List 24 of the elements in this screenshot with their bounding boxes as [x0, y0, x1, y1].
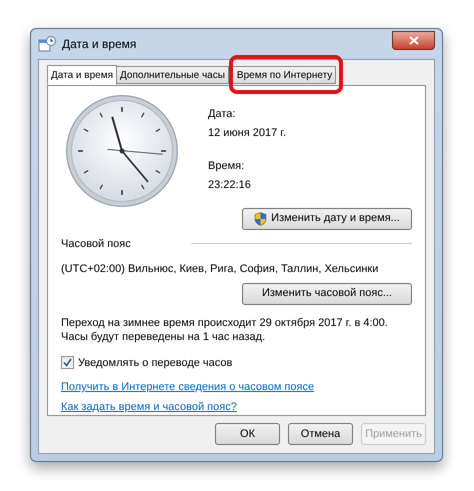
- time-value: 23:22:16: [208, 178, 252, 193]
- change-timezone-button[interactable]: Изменить часовой пояс...: [242, 282, 412, 304]
- dst-notice: Переход на зимнее время происходит 29 октября 2017 г. в 4:00. Часы будут переведены на 1 час назад.: [61, 316, 389, 344]
- time-label: Время:: [208, 158, 246, 174]
- checkbox-label: Уведомлять о переводе часов: [78, 356, 232, 370]
- date-label: Дата:: [208, 106, 236, 122]
- tab[interactable]: Дата и время: [47, 65, 118, 85]
- dialog-button[interactable]: ОК: [215, 423, 280, 445]
- dialog-button[interactable]: Отмена: [288, 423, 353, 445]
- checkbox[interactable]: [61, 356, 74, 370]
- date-value: 12 июня 2017 г.: [208, 126, 286, 141]
- timezone-text: (UTC+02:00) Вильнюс, Киев, Рига, София, Таллин, Хельсинки: [61, 262, 380, 277]
- help-link[interactable]: Как задать время и часовой пояс?: [61, 398, 237, 415]
- change-date-time-button[interactable]: Изменить дату и время...: [242, 208, 412, 230]
- close-button[interactable]: [392, 31, 435, 50]
- window-title: Дата и время: [62, 36, 136, 53]
- tab[interactable]: Время по Интернету: [232, 66, 336, 84]
- close-icon: [408, 36, 418, 46]
- tab[interactable]: Дополнительные часы: [117, 66, 229, 84]
- section-heading: Часовой пояс: [61, 236, 131, 252]
- shield-icon: [254, 212, 268, 226]
- clock-calendar-icon: [38, 36, 56, 52]
- help-link[interactable]: Получить в Интернете сведения о часовом поясе: [61, 379, 314, 396]
- checkmark-icon: [63, 358, 72, 368]
